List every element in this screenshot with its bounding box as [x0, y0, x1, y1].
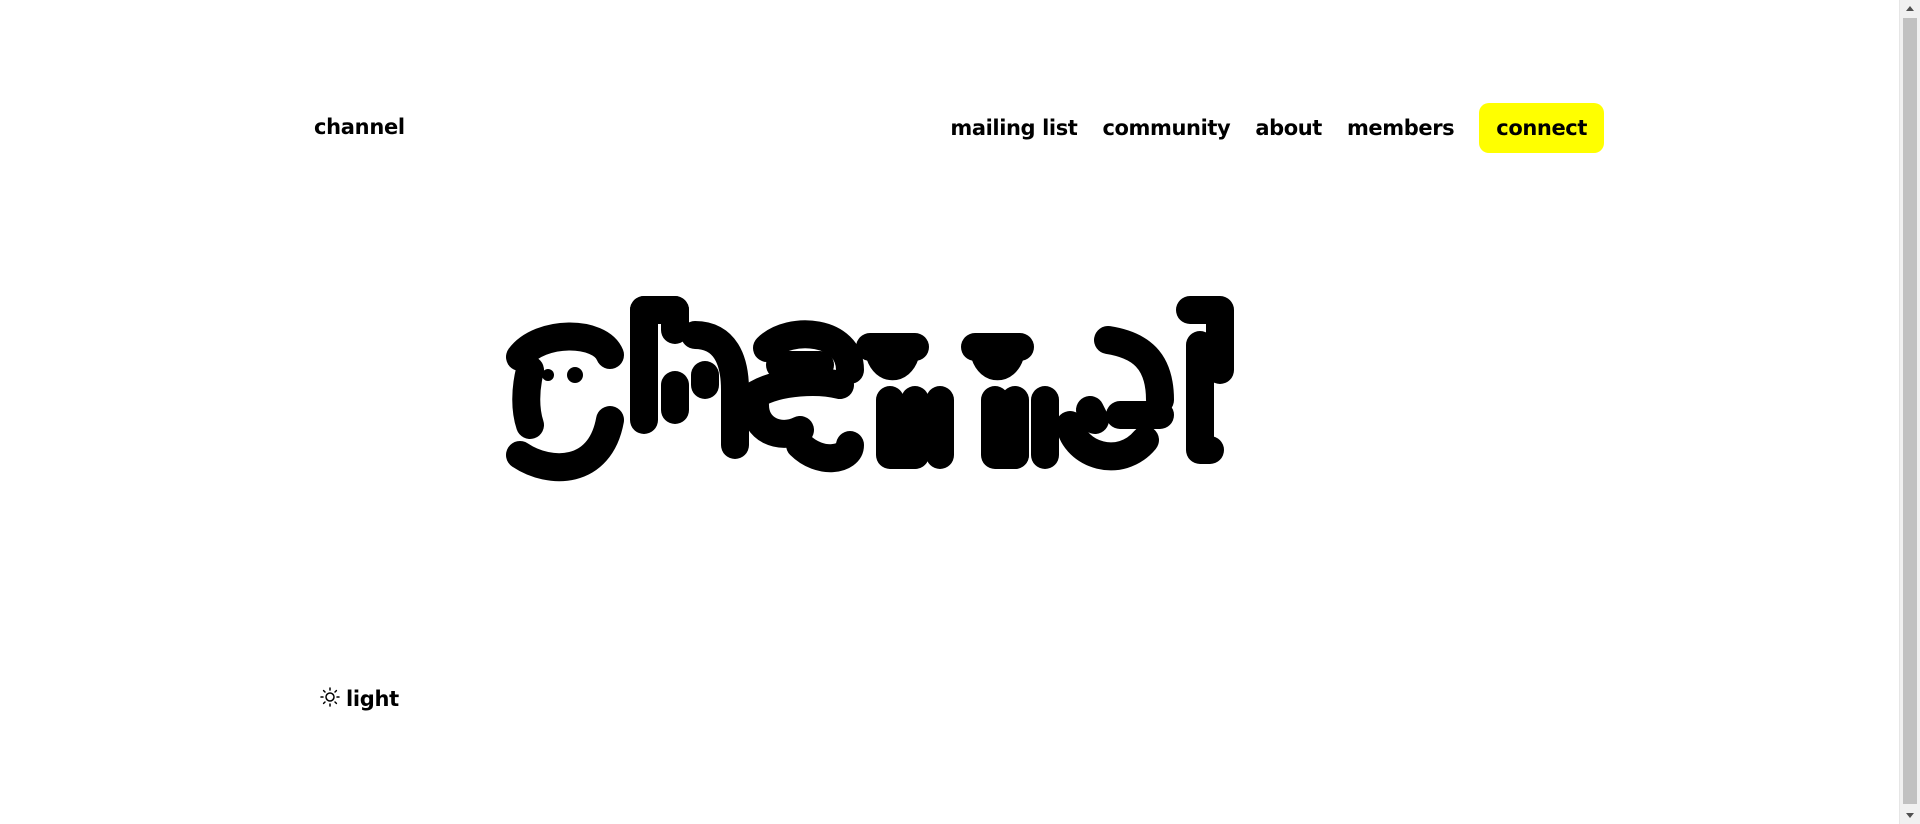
hero-logo: [500, 280, 1400, 500]
theme-toggle[interactable]: light: [320, 687, 399, 711]
main-nav: mailing list community about members con…: [950, 103, 1604, 153]
scrollbar-thumb[interactable]: [1903, 18, 1917, 804]
nav-mailing-list[interactable]: mailing list: [950, 116, 1077, 140]
nav-about[interactable]: about: [1255, 116, 1322, 140]
site-header: channel mailing list community about mem…: [314, 103, 1604, 153]
theme-toggle-label: light: [346, 687, 399, 711]
connect-button[interactable]: connect: [1479, 103, 1604, 153]
brand-link[interactable]: channel: [314, 115, 405, 139]
sun-icon: [320, 687, 340, 711]
channel-wordmark-logo: [506, 296, 1234, 482]
scroll-down-arrow-icon[interactable]: [1900, 807, 1920, 824]
page: channel mailing list community about mem…: [0, 0, 1900, 824]
nav-community[interactable]: community: [1102, 116, 1230, 140]
vertical-scrollbar[interactable]: [1899, 0, 1920, 824]
nav-members[interactable]: members: [1347, 116, 1455, 140]
scroll-up-arrow-icon[interactable]: [1900, 0, 1920, 17]
